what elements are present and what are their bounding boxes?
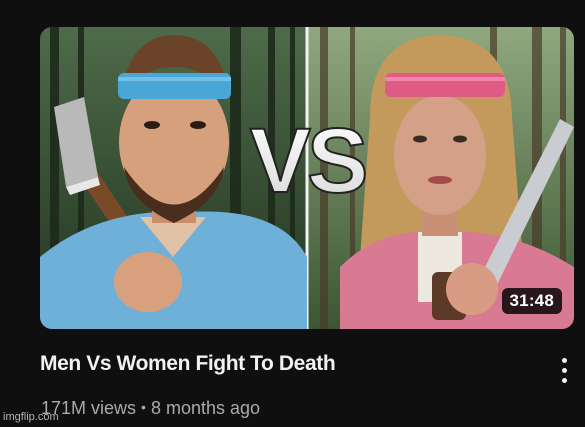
video-thumbnail[interactable]: VS 31:48: [40, 27, 574, 329]
more-actions-icon[interactable]: [552, 354, 576, 390]
imgflip-watermark: imgflip.com: [3, 411, 59, 423]
video-title[interactable]: Men Vs Women Fight To Death: [40, 352, 510, 376]
thumbnail-vs-text: VS: [250, 110, 365, 212]
video-meta: 171M views • 8 months ago: [41, 398, 260, 419]
meta-separator: •: [141, 399, 146, 415]
video-card[interactable]: VS 31:48 Men Vs Women Fight To Death 171…: [0, 0, 585, 427]
thumbnail-image: VS: [40, 27, 574, 329]
upload-age: 8 months ago: [150, 398, 261, 418]
duration-badge: 31:48: [501, 288, 562, 314]
